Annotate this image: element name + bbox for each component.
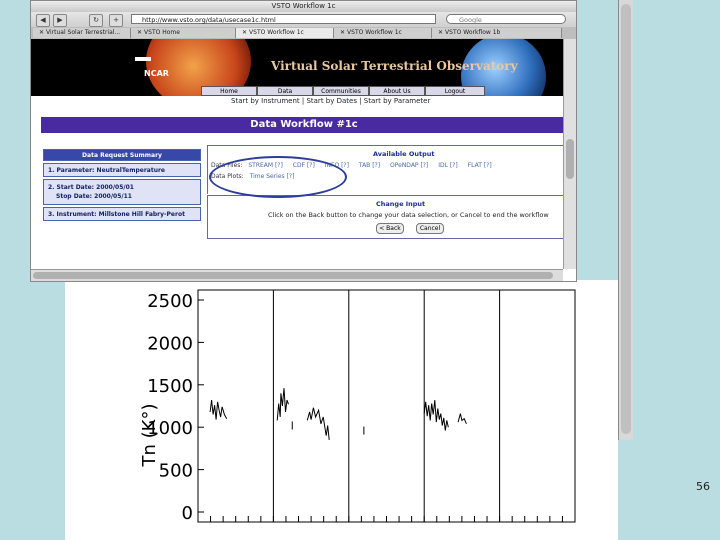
data-series-line [457,413,467,424]
summary-stop-date: Stop Date: 2000/05/11 [56,193,132,200]
change-input-panel: Change Input Click on the Back button to… [207,195,568,239]
browser-toolbar: ◀ ▶ ↻ + http://www.vsto.org/data/usecase… [31,12,576,27]
page-vertical-scrollbar[interactable] [618,0,633,440]
slide-number: 56 [696,480,710,493]
change-input-title: Change Input [376,200,426,208]
sub-navigation[interactable]: Start by Instrument | Start by Dates | S… [231,97,430,105]
y-tick-label: 0 [182,503,193,524]
browser-window: VSTO Workflow 1c ◀ ▶ ↻ + http://www.vsto… [30,0,577,282]
tab-workflow-1c[interactable]: ✕ VSTO Workflow 1c [334,28,432,38]
close-icon[interactable]: ✕ [438,29,443,36]
close-icon[interactable]: ✕ [242,29,247,36]
data-series-line [306,407,330,440]
y-tick-label: 2500 [147,291,193,312]
summary-start-date: 2. Start Date: 2000/05/01 [48,184,134,191]
nav-logout[interactable]: Logout [425,86,485,96]
link-idl[interactable]: IDL [?] [438,162,458,169]
close-icon[interactable]: ✕ [137,29,142,36]
window-title: VSTO Workflow 1c [31,1,576,12]
site-nav: Home Data Communities About Us Logout [201,86,491,96]
y-tick-label: 2000 [147,333,193,354]
back-button[interactable]: < Back [376,223,404,234]
y-tick-label: 500 [159,461,193,482]
forward-icon[interactable]: ▶ [53,14,67,27]
data-series-line [423,400,449,431]
summary-instrument[interactable]: 3. Instrument: Millstone Hill Fabry-Pero… [43,207,201,221]
y-axis-label: Tn (K°) [139,404,160,468]
tab-workflow-1c-active[interactable]: ✕ VSTO Workflow 1c [236,28,334,38]
page-scroll-thumb[interactable] [621,4,631,434]
browser-hscroll-thumb[interactable] [33,272,553,279]
tab-label: Virtual Solar Terrestrial... [46,29,121,36]
summary-parameter[interactable]: 1. Parameter: NeutralTemperature [43,163,201,177]
tab-workflow-1b[interactable]: ✕ VSTO Workflow 1b [432,28,562,38]
summary-dates[interactable]: 2. Start Date: 2000/05/01 Stop Date: 200… [43,179,201,205]
tn-chart-svg: 05001000150020002500Tn (K°) [139,289,576,524]
close-icon[interactable]: ✕ [39,29,44,36]
browser-scroll-thumb[interactable] [566,139,574,179]
nav-communities[interactable]: Communities [313,86,369,96]
y-tick-label: 1500 [147,376,193,397]
tab-label: VSTO Workflow 1c [249,29,304,36]
browser-horizontal-scrollbar[interactable] [31,269,563,281]
back-icon[interactable]: ◀ [36,14,50,27]
workflow-title: Data Workflow #1c [41,117,567,133]
data-request-summary: Data Request Summary 1. Parameter: Neutr… [43,149,201,229]
browser-vertical-scrollbar[interactable] [563,39,576,269]
nav-data[interactable]: Data [257,86,313,96]
search-input[interactable]: Google [446,14,566,24]
summary-title: Data Request Summary [43,149,201,161]
nav-home[interactable]: Home [201,86,257,96]
data-series-line [276,388,289,421]
site-title: Virtual Solar Terrestrial Observatory [271,59,518,73]
plot-frame [197,289,576,523]
add-icon[interactable]: + [109,14,123,27]
reload-icon[interactable]: ↻ [89,14,103,27]
close-icon[interactable]: ✕ [340,29,345,36]
tab-label: VSTO Workflow 1b [445,29,501,36]
nav-about-us[interactable]: About Us [369,86,425,96]
url-input[interactable]: http://www.vsto.org/data/usecase1c.html [131,14,436,24]
link-opendap[interactable]: OPeNDAP [?] [390,162,428,169]
tab-vsto-home[interactable]: ✕ VSTO Home [131,28,236,38]
tab-vsto-main[interactable]: ✕ Virtual Solar Terrestrial... [33,28,131,38]
change-input-instructions: Click on the Back button to change your … [268,211,549,219]
tab-label: VSTO Workflow 1c [347,29,402,36]
available-output-title: Available Output [373,150,435,158]
link-tab[interactable]: TAB [?] [359,162,380,169]
time-series-plot: 0 500 1000 1500 2000 2500 Tn (K°) [65,280,618,540]
tab-label: VSTO Home [144,29,180,36]
data-series-line [209,400,228,420]
cancel-button[interactable]: Cancel [416,223,444,234]
link-flat[interactable]: FLAT [?] [468,162,492,169]
ncar-logo-text: NCAR [144,69,169,78]
highlight-ellipse [209,156,347,198]
